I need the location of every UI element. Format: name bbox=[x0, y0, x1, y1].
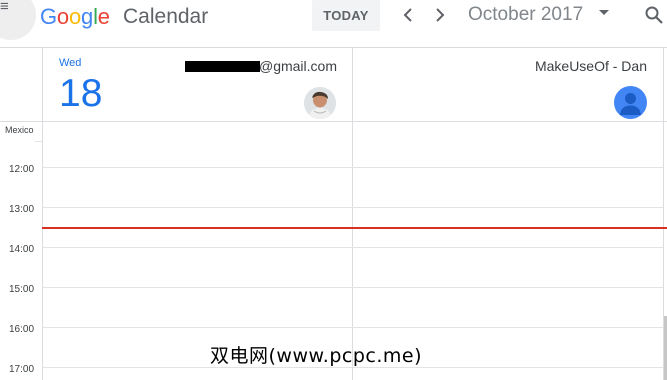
dropdown-caret-icon[interactable] bbox=[598, 8, 610, 18]
logo-letter: o bbox=[68, 4, 82, 29]
day-of-week: Wed bbox=[59, 57, 82, 69]
logo-letter: g bbox=[81, 4, 94, 29]
timezone-label: Mexico bbox=[5, 125, 34, 135]
next-period-button[interactable] bbox=[428, 3, 450, 27]
hour-gridline bbox=[42, 167, 663, 168]
hour-label: 17:00 bbox=[9, 364, 35, 375]
hour-label: 13:00 bbox=[9, 204, 35, 215]
hour-tick bbox=[35, 141, 42, 142]
google-logo: Google bbox=[40, 4, 110, 30]
photo-avatar-icon bbox=[304, 87, 336, 119]
chevron-right-icon bbox=[436, 8, 445, 22]
calendar-owner-email: @gmail.com bbox=[185, 58, 337, 75]
current-month-label[interactable]: October 2017 bbox=[468, 3, 583, 27]
hour-gridline bbox=[42, 327, 663, 328]
day-number[interactable]: 18 bbox=[59, 73, 102, 115]
calendar-owner-email-text: @gmail.com bbox=[258, 58, 337, 74]
person-icon bbox=[620, 93, 641, 115]
hour-label: 12:00 bbox=[9, 164, 35, 175]
logo-letter: o bbox=[56, 4, 69, 29]
gutter-divider bbox=[42, 48, 43, 380]
hour-gridline bbox=[42, 207, 663, 208]
current-time-indicator bbox=[42, 227, 667, 229]
today-button[interactable]: TODAY bbox=[312, 0, 380, 31]
calendar-owner-name: MakeUseOf - Dan bbox=[534, 58, 647, 74]
hour-gridline bbox=[42, 287, 663, 288]
logo-letter: e bbox=[97, 4, 110, 29]
hour-label: 16:00 bbox=[9, 324, 35, 335]
default-person-avatar bbox=[614, 86, 647, 119]
menu-icon: ≡ bbox=[0, 0, 9, 15]
hour-label: 14:00 bbox=[9, 244, 35, 255]
hour-label: 15:00 bbox=[9, 284, 35, 295]
watermark-text: 双电网(www.pcpc.me) bbox=[210, 345, 422, 367]
previous-period-button[interactable] bbox=[398, 3, 420, 27]
top-app-bar: ≡ Google Calendar TODAY October 2017 bbox=[0, 0, 667, 40]
main-menu-button[interactable]: ≡ bbox=[0, 0, 36, 40]
hour-gridline bbox=[42, 247, 663, 248]
calendar-column-divider bbox=[352, 48, 353, 380]
header-bottom-divider bbox=[0, 121, 667, 122]
search-icon[interactable] bbox=[644, 5, 664, 25]
logo-letter: G bbox=[40, 4, 57, 29]
app-title: Calendar bbox=[123, 5, 209, 28]
user-photo-avatar bbox=[304, 87, 336, 119]
header-top-divider bbox=[0, 47, 667, 48]
chevron-left-icon bbox=[403, 8, 412, 22]
